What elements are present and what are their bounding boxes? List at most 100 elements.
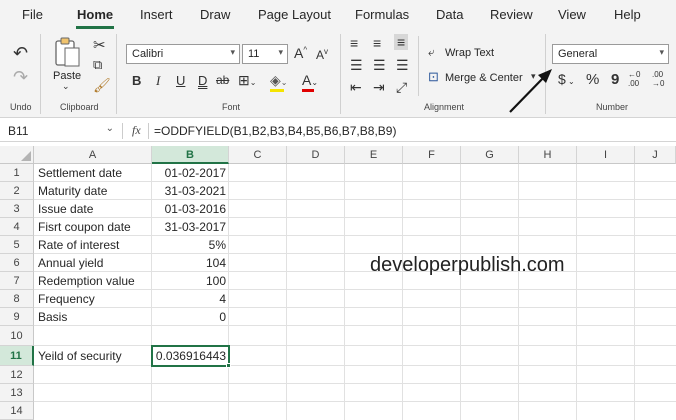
tab-review[interactable]: Review <box>490 7 533 22</box>
cell-a2[interactable]: Maturity date <box>35 182 110 200</box>
wrap-text-icon: ⤶ <box>428 45 435 59</box>
percent-button[interactable]: % <box>586 72 599 87</box>
align-center-icon[interactable]: ☰ <box>373 58 386 72</box>
increase-decimal-button[interactable]: ←0 .00 <box>628 70 646 88</box>
tab-data[interactable]: Data <box>436 7 463 22</box>
cell-a9[interactable]: Basis <box>35 308 70 326</box>
cell-a11[interactable]: Yeild of security <box>35 347 125 365</box>
column-header-i[interactable]: I <box>577 146 635 164</box>
tab-draw[interactable]: Draw <box>200 7 230 22</box>
underline-button[interactable]: U <box>176 74 185 87</box>
tab-help[interactable]: Help <box>614 7 641 22</box>
number-format-dropdown[interactable]: General ▾ <box>552 44 669 64</box>
row-header[interactable]: 2 <box>0 182 34 200</box>
row-header[interactable]: 14 <box>0 402 34 420</box>
cell-b8[interactable]: 4 <box>152 290 229 308</box>
cell-a8[interactable]: Frequency <box>35 290 98 308</box>
cell-a7[interactable]: Redemption value <box>35 272 138 290</box>
column-header-d[interactable]: D <box>287 146 345 164</box>
tab-file[interactable]: File <box>22 7 43 22</box>
column-header-a[interactable]: A <box>34 146 152 164</box>
menu-tabs: File Home Insert Draw Page Layout Formul… <box>0 0 676 30</box>
fill-handle[interactable] <box>226 363 231 368</box>
chevron-down-icon: ⌄ <box>62 81 70 91</box>
column-header-f[interactable]: F <box>403 146 461 164</box>
wrap-text-button[interactable]: ⤶ Wrap Text <box>428 46 518 64</box>
double-underline-button[interactable]: D <box>198 74 207 87</box>
tab-view[interactable]: View <box>558 7 586 22</box>
font-color-button[interactable]: A⌄ <box>302 73 318 87</box>
tab-home[interactable]: Home <box>77 7 113 22</box>
align-top-icon[interactable]: ≡ <box>350 36 358 50</box>
tab-page-layout[interactable]: Page Layout <box>258 7 331 22</box>
decrease-indent-icon[interactable]: ⇤ <box>350 80 362 94</box>
bold-button[interactable]: B <box>132 74 141 87</box>
cell-b9[interactable]: 0 <box>152 308 229 326</box>
row-header[interactable]: 8 <box>0 290 34 308</box>
row-header[interactable]: 7 <box>0 272 34 290</box>
fill-color-swatch <box>270 89 284 92</box>
cell-a3[interactable]: Issue date <box>35 200 96 218</box>
comma-style-button[interactable]: 9 <box>611 72 619 87</box>
column-header-e[interactable]: E <box>345 146 403 164</box>
italic-button[interactable]: I <box>156 74 160 87</box>
decrease-decimal-button[interactable]: .00 →0 <box>652 70 672 88</box>
align-middle-icon[interactable]: ≡ <box>373 36 381 50</box>
shrink-font-icon[interactable]: Av <box>316 48 328 62</box>
row-header[interactable]: 4 <box>0 218 34 236</box>
active-cell-border <box>151 345 230 367</box>
cell-b7[interactable]: 100 <box>152 272 229 290</box>
redo-icon[interactable]: ↷ <box>13 68 28 86</box>
font-name-dropdown[interactable]: Calibri ▾ <box>126 44 240 64</box>
row-header[interactable]: 12 <box>0 366 34 384</box>
row-header[interactable]: 1 <box>0 164 34 182</box>
select-all-icon <box>21 151 31 161</box>
column-header-c[interactable]: C <box>229 146 287 164</box>
font-size-dropdown[interactable]: 11 ▾ <box>242 44 288 64</box>
copy-icon[interactable]: ⧉ <box>93 58 102 71</box>
align-left-icon[interactable]: ☰ <box>350 58 363 72</box>
group-label-font: Font <box>222 102 241 112</box>
row-header[interactable]: 3 <box>0 200 34 218</box>
cell-a6[interactable]: Annual yield <box>35 254 106 272</box>
row-header[interactable]: 6 <box>0 254 34 272</box>
column-header-g[interactable]: G <box>461 146 519 164</box>
orientation-icon[interactable]: ⤢ <box>396 80 407 94</box>
cell-b4[interactable]: 31-03-2017 <box>152 218 229 236</box>
cell-b3[interactable]: 01-03-2016 <box>152 200 229 218</box>
cell-b5[interactable]: 5% <box>152 236 229 254</box>
select-all-corner[interactable] <box>0 146 34 164</box>
cell-b2[interactable]: 31-03-2021 <box>152 182 229 200</box>
undo-icon[interactable]: ↶ <box>13 44 28 62</box>
row-header[interactable]: 9 <box>0 308 34 326</box>
column-header-h[interactable]: H <box>519 146 577 164</box>
cell-b6[interactable]: 104 <box>152 254 229 272</box>
cell-a5[interactable]: Rate of interest <box>35 236 122 254</box>
column-header-j[interactable]: J <box>635 146 676 164</box>
row-header[interactable]: 5 <box>0 236 34 254</box>
cell-a1[interactable]: Settlement date <box>35 164 125 182</box>
row-header[interactable]: 10 <box>0 326 34 346</box>
fill-color-icon[interactable]: ◈⌄ <box>270 73 287 87</box>
cell-a4[interactable]: Fisrt coupon date <box>35 218 134 236</box>
group-label-number: Number <box>596 102 629 112</box>
grow-font-icon[interactable]: A^ <box>294 46 307 60</box>
strikethrough-button[interactable]: ab <box>216 74 229 86</box>
align-bottom-icon[interactable]: ≡ <box>394 34 409 50</box>
borders-icon[interactable]: ⊞⌄ <box>238 73 256 87</box>
insert-function-icon[interactable]: fx <box>132 123 141 138</box>
align-right-icon[interactable]: ☰ <box>396 58 409 72</box>
tab-insert[interactable]: Insert <box>140 7 173 22</box>
tab-formulas[interactable]: Formulas <box>355 7 409 22</box>
column-header-b[interactable]: B <box>152 146 229 164</box>
row-header[interactable]: 13 <box>0 384 34 402</box>
formula-input[interactable]: =ODDFYIELD(B1,B2,B3,B4,B5,B6,B7,B8,B9) <box>154 124 396 138</box>
cut-icon[interactable]: ✂ <box>93 38 106 53</box>
format-painter-icon[interactable]: 🖌 <box>93 78 111 92</box>
paste-button[interactable]: Paste ⌄ <box>50 34 84 92</box>
cell-b1[interactable]: 01-02-2017 <box>152 164 229 182</box>
name-box[interactable]: B11 ⌄ <box>4 122 118 140</box>
row-header-selected[interactable]: 11 <box>0 346 34 366</box>
currency-button[interactable]: $ ⌄ <box>558 72 575 86</box>
increase-indent-icon[interactable]: ⇥ <box>373 80 385 94</box>
